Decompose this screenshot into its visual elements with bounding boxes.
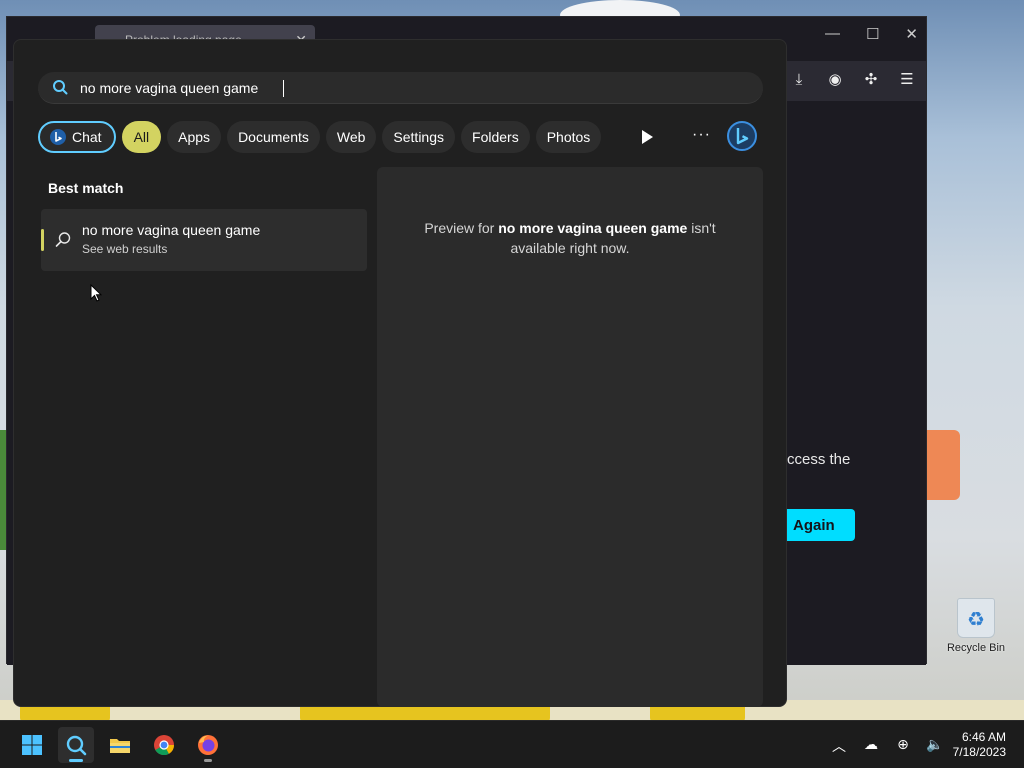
onedrive-offline-icon[interactable]: ☁ [862, 736, 880, 756]
windows-search-panel: Chat All Apps Documents Web Settings Fol… [13, 39, 787, 707]
filter-photos[interactable]: Photos [535, 121, 602, 153]
recycle-bin[interactable]: ♻ Recycle Bin [944, 598, 1008, 654]
chrome-icon [154, 735, 175, 756]
search-box[interactable] [38, 72, 763, 104]
filter-documents[interactable]: Documents [227, 121, 320, 153]
search-icon [66, 735, 87, 756]
mouse-cursor-icon [90, 284, 102, 302]
bing-icon[interactable] [726, 120, 758, 152]
search-icon [53, 80, 68, 95]
error-text-fragment: ccess the [787, 451, 851, 468]
clock-date: 7/18/2023 [952, 745, 1006, 759]
text-caret [283, 80, 284, 97]
active-indicator [69, 759, 83, 762]
maximize-icon[interactable]: ☐ [866, 25, 879, 43]
clock-time: 6:46 AM [961, 730, 1006, 744]
menu-icon[interactable]: ☰ [898, 71, 916, 89]
best-match-result[interactable]: no more vagina queen game See web result… [41, 209, 367, 271]
start-button[interactable] [14, 727, 50, 763]
filter-apps[interactable]: Apps [167, 121, 222, 153]
extensions-icon[interactable]: ✣ [862, 71, 880, 89]
preview-query: no more vagina queen game [498, 220, 688, 236]
windows-start-icon [22, 735, 42, 755]
search-input[interactable] [80, 72, 740, 104]
network-globe-icon[interactable]: ⊕ [894, 736, 912, 756]
filter-folders[interactable]: Folders [461, 121, 530, 153]
system-tray: ︿ ☁ ⊕ 🔈 [830, 736, 944, 756]
web-search-icon [55, 232, 71, 247]
try-again-button[interactable]: Again [777, 509, 855, 541]
filter-web[interactable]: Web [325, 121, 377, 153]
show-hidden-icons-chevron-up-icon[interactable]: ︿ [830, 736, 848, 756]
preview-prefix: Preview for [424, 220, 499, 236]
taskbar-search-button[interactable] [58, 727, 94, 763]
more-options-icon[interactable]: ··· [692, 126, 711, 144]
file-explorer-icon [110, 739, 130, 753]
taskbar-file-explorer[interactable] [102, 727, 138, 763]
result-title: no more vagina queen game [82, 222, 261, 238]
recycle-bin-icon: ♻ [957, 598, 995, 638]
close-window-icon[interactable]: ✕ [905, 25, 918, 43]
volume-icon[interactable]: 🔈 [926, 736, 944, 756]
window-controls: — ☐ ✕ [825, 25, 918, 43]
preview-message: Preview for no more vagina queen game is… [407, 218, 733, 258]
selection-indicator [41, 229, 44, 251]
downloads-icon[interactable]: ⤓ [790, 71, 808, 89]
taskbar-chrome[interactable] [146, 727, 182, 763]
bing-chat-icon [50, 129, 66, 145]
minimize-icon[interactable]: — [825, 25, 840, 43]
filter-chat-label: Chat [72, 129, 102, 145]
search-filters: Chat All Apps Documents Web Settings Fol… [38, 121, 602, 153]
taskbar: ︿ ☁ ⊕ 🔈 6:46 AM 7/18/2023 [0, 720, 1024, 768]
taskbar-firefox[interactable] [190, 727, 226, 763]
taskbar-clock[interactable]: 6:46 AM 7/18/2023 [946, 730, 1006, 760]
filter-chat[interactable]: Chat [38, 121, 116, 153]
result-subtitle: See web results [82, 242, 168, 256]
firefox-icon [198, 735, 218, 755]
account-icon[interactable]: ◉ [826, 71, 844, 89]
best-match-heading: Best match [48, 180, 124, 196]
running-indicator [204, 759, 212, 762]
play-icon[interactable] [640, 129, 654, 145]
filter-settings[interactable]: Settings [382, 121, 456, 153]
preview-pane: Preview for no more vagina queen game is… [377, 167, 763, 707]
recycle-bin-label: Recycle Bin [946, 642, 1006, 654]
filter-all[interactable]: All [121, 121, 162, 153]
